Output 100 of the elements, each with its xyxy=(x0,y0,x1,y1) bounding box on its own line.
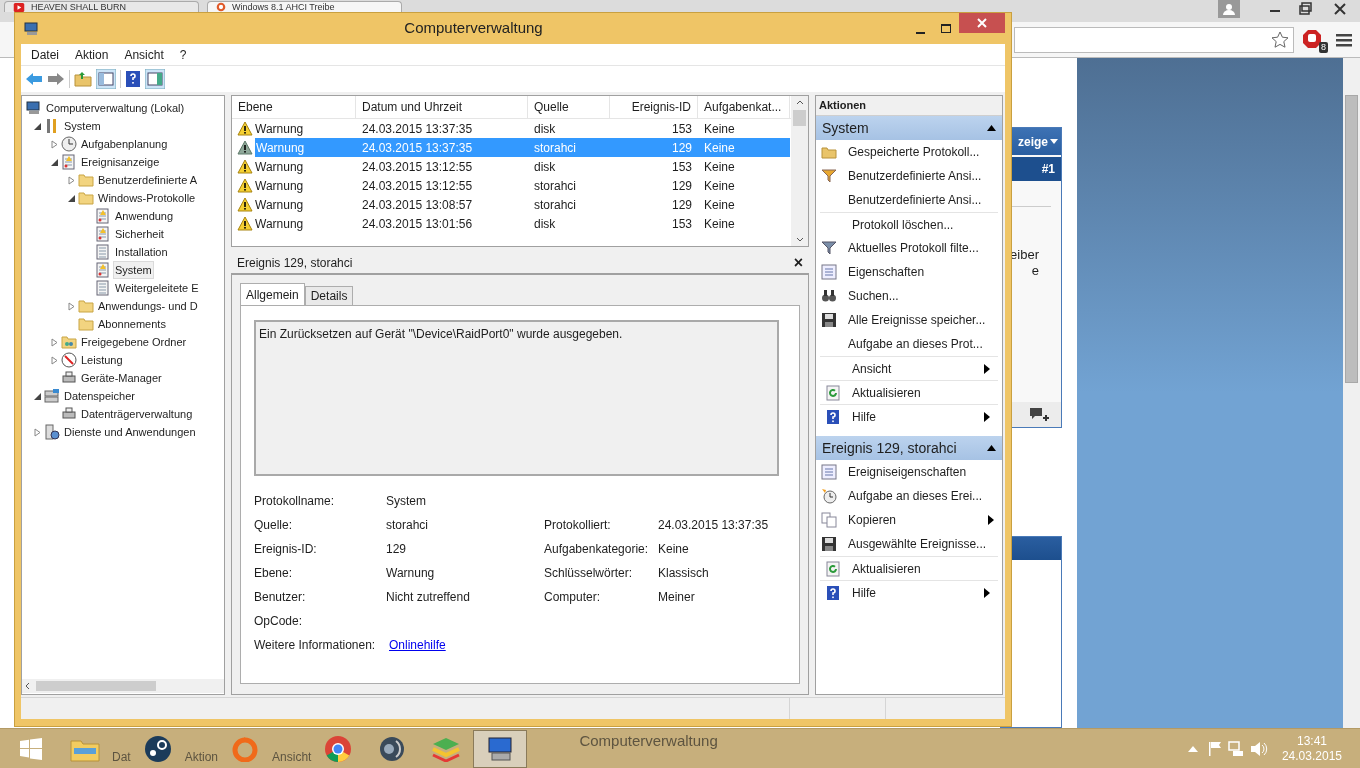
column-header[interactable]: Aufgabenkat... xyxy=(698,96,790,118)
collapse-arrow[interactable] xyxy=(33,391,42,401)
action-item[interactable]: Benutzerdefinierte Ansi... xyxy=(816,164,1002,188)
action-item[interactable]: Ereigniseigenschaften xyxy=(816,460,1002,484)
event-row[interactable]: Warnung 24.03.2015 13:12:55 storahci 129 Keine xyxy=(232,176,791,195)
tree-item[interactable]: Leistung xyxy=(79,350,125,370)
collapse-arrow[interactable] xyxy=(33,121,42,131)
tree-item[interactable]: Abonnements xyxy=(96,314,168,334)
expand-arrow[interactable] xyxy=(50,355,59,365)
action-item[interactable]: Protokoll löschen... xyxy=(820,212,998,236)
tree-item[interactable]: Freigegebene Ordner xyxy=(79,332,189,352)
event-row[interactable]: Warnung 24.03.2015 13:08:57 storahci 129 Keine xyxy=(232,195,791,214)
expand-arrow[interactable] xyxy=(50,139,59,149)
table-cell-text: 24.03.2015 13:37:35 xyxy=(362,139,473,157)
help-link[interactable]: Onlinehilfe xyxy=(389,636,446,660)
computer-icon xyxy=(26,100,42,116)
field-label: Ereignis-ID: xyxy=(254,541,318,558)
collapse-arrow[interactable] xyxy=(50,157,59,167)
table-cell-text: Warnung xyxy=(255,177,304,195)
scroll-thumb[interactable] xyxy=(793,110,806,126)
action-item[interactable]: Gespeicherte Protokoll... xyxy=(816,140,1002,164)
action-item[interactable]: Benutzerdefinierte Ansi... xyxy=(816,188,1002,212)
table-cell-text: disk xyxy=(534,120,556,138)
tree-item[interactable]: Datenträgerverwaltung xyxy=(79,404,195,424)
event-row[interactable]: Warnung 24.03.2015 13:01:56 disk 153 Keine xyxy=(232,214,791,233)
section-header[interactable]: System xyxy=(816,116,1002,140)
tab[interactable]: Allgemein xyxy=(240,283,305,305)
section-header[interactable]: Ereignis 129, storahci xyxy=(816,436,1002,460)
table-cell-text: Keine xyxy=(704,120,735,138)
tree-item[interactable]: Weitergeleitete E xyxy=(113,278,201,298)
column-header[interactable]: Ebene xyxy=(232,96,356,118)
action-item[interactable]: Hilfe xyxy=(820,580,998,604)
collapse-arrow[interactable] xyxy=(67,193,76,203)
tray-expand-icon[interactable] xyxy=(1187,745,1198,752)
expand-arrow[interactable] xyxy=(67,301,76,311)
tree-item[interactable]: Geräte-Manager xyxy=(79,368,164,388)
column-header[interactable]: Quelle xyxy=(528,96,610,118)
action-item[interactable]: Suchen... xyxy=(816,284,1002,308)
tree-item[interactable]: Anwendungs- und D xyxy=(96,296,200,316)
menu-icon[interactable] xyxy=(1336,32,1352,47)
flag-icon[interactable] xyxy=(1207,740,1222,757)
tree-item[interactable]: System xyxy=(113,260,154,280)
tree-item[interactable]: Sicherheit xyxy=(113,224,166,244)
action-item[interactable]: Ansicht xyxy=(820,356,998,380)
computer-management-icon[interactable] xyxy=(473,729,528,768)
action-item[interactable]: Aufgabe an dieses Erei... xyxy=(816,484,1002,508)
app-icon xyxy=(24,20,40,37)
browser-tab[interactable]: Windows 8.1 AHCI Treibe xyxy=(207,1,402,12)
action-item[interactable]: Hilfe xyxy=(820,404,998,428)
column-header[interactable]: Ereignis-ID xyxy=(610,96,698,118)
action-item[interactable]: Aufgabe an dieses Prot... xyxy=(816,332,1002,356)
table-cell-text: 129 xyxy=(671,139,692,157)
action-item[interactable]: Ausgewählte Ereignisse... xyxy=(816,532,1002,556)
tree-item[interactable]: Computerverwaltung (Lokal) xyxy=(44,98,187,118)
tree-item[interactable]: Anwendung xyxy=(113,206,176,226)
forward-icon[interactable] xyxy=(47,71,65,87)
column-header[interactable]: Datum und Uhrzeit xyxy=(356,96,528,118)
menu-item[interactable]: Ansicht xyxy=(124,45,164,64)
close-button[interactable] xyxy=(959,13,1005,33)
action-item[interactable]: Aktuelles Protokoll filte... xyxy=(816,236,1002,260)
volume-icon[interactable] xyxy=(1249,740,1268,757)
menu-item[interactable]: ? xyxy=(179,45,187,64)
event-row[interactable]: Warnung 24.03.2015 13:12:55 disk 153 Keine xyxy=(232,157,791,176)
address-bar[interactable] xyxy=(1014,26,1294,53)
tree-item[interactable]: System xyxy=(62,116,103,136)
table-cell-text: storahci xyxy=(534,139,577,157)
folder-up-icon[interactable] xyxy=(74,71,92,87)
close-button[interactable]: × xyxy=(793,254,803,271)
tab[interactable]: Details xyxy=(304,286,354,305)
bookmark-star-icon[interactable] xyxy=(1271,30,1289,49)
help-icon[interactable] xyxy=(125,70,141,88)
action-item[interactable]: Aktualisieren xyxy=(820,380,998,404)
menu-item[interactable]: Datei xyxy=(31,45,59,64)
panel-icon[interactable] xyxy=(96,69,116,89)
tree-item[interactable]: Dienste und Anwendungen xyxy=(62,422,198,442)
event-row[interactable]: Warnung 24.03.2015 13:37:35 disk 153 Keine xyxy=(232,119,791,138)
panel-icon[interactable] xyxy=(145,69,165,89)
gauge-icon xyxy=(61,352,77,368)
action-item[interactable]: Alle Ereignisse speicher... xyxy=(816,308,1002,332)
browser-tab[interactable]: HEAVEN SHALL BURN xyxy=(4,1,199,12)
action-item[interactable]: Eigenschaften xyxy=(816,260,1002,284)
comment-add-icon[interactable] xyxy=(1029,406,1049,423)
scroll-thumb[interactable] xyxy=(36,681,156,691)
expand-arrow[interactable] xyxy=(67,175,76,185)
menu-item[interactable]: Aktion xyxy=(75,45,109,64)
tree-item[interactable]: Datenspeicher xyxy=(62,386,137,406)
back-icon[interactable] xyxy=(25,71,43,87)
network-icon[interactable] xyxy=(1227,740,1244,757)
user-icon[interactable] xyxy=(1218,0,1240,18)
tree-item[interactable]: Benutzerdefinierte A xyxy=(96,170,200,190)
tree-item[interactable]: Windows-Protokolle xyxy=(96,188,198,208)
action-item[interactable]: Kopieren xyxy=(816,508,1002,532)
submenu-arrow-icon xyxy=(988,515,994,525)
tree-item[interactable]: Ereignisanzeige xyxy=(79,152,162,172)
tree-item[interactable]: Aufgabenplanung xyxy=(79,134,170,154)
table-cell-text: Keine xyxy=(704,215,735,233)
expand-arrow[interactable] xyxy=(33,427,42,437)
action-item[interactable]: Aktualisieren xyxy=(820,556,998,580)
tree-item[interactable]: Installation xyxy=(113,242,170,262)
expand-arrow[interactable] xyxy=(50,337,59,347)
